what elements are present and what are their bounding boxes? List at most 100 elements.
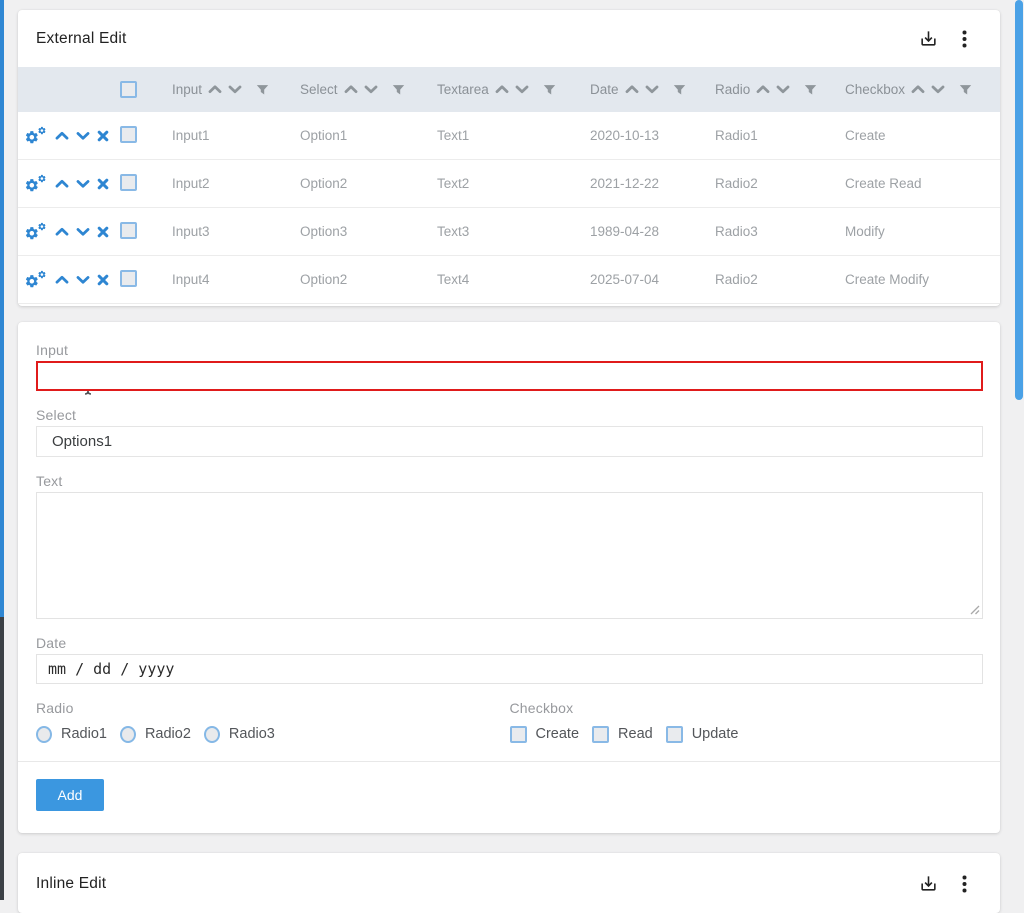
card-toolbar [919, 874, 967, 893]
radio-option[interactable]: Radio3 [204, 726, 275, 743]
left-edge-dark-segment [0, 617, 4, 900]
card-title: Inline Edit [36, 875, 106, 893]
external-edit-card-header: External Edit [18, 10, 1000, 67]
column-label: Input [172, 82, 202, 97]
row-actions [18, 222, 114, 241]
cell-textarea: Text3 [429, 224, 582, 239]
row-checkbox[interactable] [120, 126, 137, 143]
move-up-icon[interactable] [55, 227, 69, 237]
checkbox-option[interactable]: Update [666, 726, 739, 743]
cell-textarea: Text2 [429, 176, 582, 191]
select-value: Options1 [52, 433, 112, 450]
select-label: Select [36, 407, 983, 423]
checkbox-icon[interactable] [510, 726, 527, 743]
sort-desc-icon[interactable] [645, 85, 659, 94]
radio-icon[interactable] [36, 726, 52, 743]
radio-option-label: Radio3 [229, 726, 275, 742]
date-group: Date mm / dd / yyyy [36, 635, 983, 684]
table-row[interactable]: Input2 Option2 Text2 2021-12-22 Radio2 C… [18, 160, 1000, 208]
table-row[interactable]: Input4 Option2 Text4 2025-07-04 Radio2 C… [18, 256, 1000, 304]
sort-asc-icon[interactable] [756, 85, 770, 94]
delete-icon[interactable] [97, 130, 109, 142]
row-checkbox[interactable] [120, 174, 137, 191]
scrollbar-thumb[interactable] [1015, 0, 1023, 400]
move-down-icon[interactable] [76, 179, 90, 189]
date-field[interactable]: mm / dd / yyyy [36, 654, 983, 684]
cell-date: 1989-04-28 [582, 224, 707, 239]
delete-icon[interactable] [97, 178, 109, 190]
add-button[interactable]: Add [36, 779, 104, 811]
move-down-icon[interactable] [76, 131, 90, 141]
filter-icon[interactable] [959, 84, 972, 96]
sort-asc-icon[interactable] [911, 85, 925, 94]
select-all-checkbox[interactable] [120, 81, 137, 98]
sort-asc-icon[interactable] [344, 85, 358, 94]
text-group: Text [36, 473, 983, 619]
left-edge-strip [0, 0, 4, 900]
row-actions [18, 126, 114, 145]
row-checkbox[interactable] [120, 270, 137, 287]
inline-edit-card: Inline Edit [18, 853, 1000, 913]
delete-icon[interactable] [97, 274, 109, 286]
settings-icon[interactable] [24, 174, 48, 193]
row-checkbox-cell [114, 270, 164, 290]
sort-desc-icon[interactable] [515, 85, 529, 94]
move-down-icon[interactable] [76, 227, 90, 237]
sort-asc-icon[interactable] [625, 85, 639, 94]
filter-icon[interactable] [543, 84, 556, 96]
filter-icon[interactable] [804, 84, 817, 96]
sort-asc-icon[interactable] [208, 85, 222, 94]
table-row[interactable]: Input3 Option3 Text3 1989-04-28 Radio3 M… [18, 208, 1000, 256]
settings-icon[interactable] [24, 270, 48, 289]
cell-checkbox: Create Modify [837, 272, 1000, 287]
input-field[interactable] [36, 361, 983, 391]
cell-date: 2020-10-13 [582, 128, 707, 143]
sort-desc-icon[interactable] [364, 85, 378, 94]
move-down-icon[interactable] [76, 275, 90, 285]
sort-desc-icon[interactable] [228, 85, 242, 94]
radio-option[interactable]: Radio1 [36, 726, 107, 743]
download-icon[interactable] [919, 874, 938, 893]
edit-form-card: Input Select Options1 Text Date mm / dd … [18, 322, 1000, 833]
filter-icon[interactable] [392, 84, 405, 96]
table-row[interactable]: Input1 Option1 Text1 2020-10-13 Radio1 C… [18, 112, 1000, 160]
radio-icon[interactable] [204, 726, 220, 743]
settings-icon[interactable] [24, 126, 48, 145]
checkbox-option[interactable]: Create [510, 726, 580, 743]
select-field[interactable]: Options1 [36, 426, 983, 457]
column-header-checkbox: Checkbox [837, 82, 1000, 97]
scrollbar-track[interactable] [1007, 0, 1024, 900]
checkbox-group: Checkbox Create Read Update [510, 700, 984, 747]
column-header-date: Date [582, 82, 707, 97]
column-label: Checkbox [845, 82, 905, 97]
kebab-menu-icon[interactable] [962, 30, 967, 48]
checkbox-icon[interactable] [666, 726, 683, 743]
column-label: Radio [715, 82, 750, 97]
kebab-menu-icon[interactable] [962, 875, 967, 893]
checkbox-option[interactable]: Read [592, 726, 653, 743]
radio-option-label: Radio1 [61, 726, 107, 742]
radio-icon[interactable] [120, 726, 136, 743]
cell-textarea: Text4 [429, 272, 582, 287]
text-field[interactable] [36, 492, 983, 619]
settings-icon[interactable] [24, 222, 48, 241]
row-checkbox[interactable] [120, 222, 137, 239]
move-up-icon[interactable] [55, 275, 69, 285]
checkbox-icon[interactable] [592, 726, 609, 743]
cell-select: Option1 [292, 128, 429, 143]
download-icon[interactable] [919, 29, 938, 48]
move-up-icon[interactable] [55, 179, 69, 189]
radio-option[interactable]: Radio2 [120, 726, 191, 743]
resize-handle-icon[interactable] [970, 605, 980, 615]
filter-icon[interactable] [256, 84, 269, 96]
radio-group: Radio Radio1 Radio2 Radio3 [36, 700, 510, 747]
move-up-icon[interactable] [55, 131, 69, 141]
inline-edit-card-header: Inline Edit [18, 853, 1000, 910]
sort-desc-icon[interactable] [776, 85, 790, 94]
cell-date: 2021-12-22 [582, 176, 707, 191]
delete-icon[interactable] [97, 226, 109, 238]
grid-header-checkbox-cell [114, 81, 164, 98]
sort-desc-icon[interactable] [931, 85, 945, 94]
filter-icon[interactable] [673, 84, 686, 96]
sort-asc-icon[interactable] [495, 85, 509, 94]
